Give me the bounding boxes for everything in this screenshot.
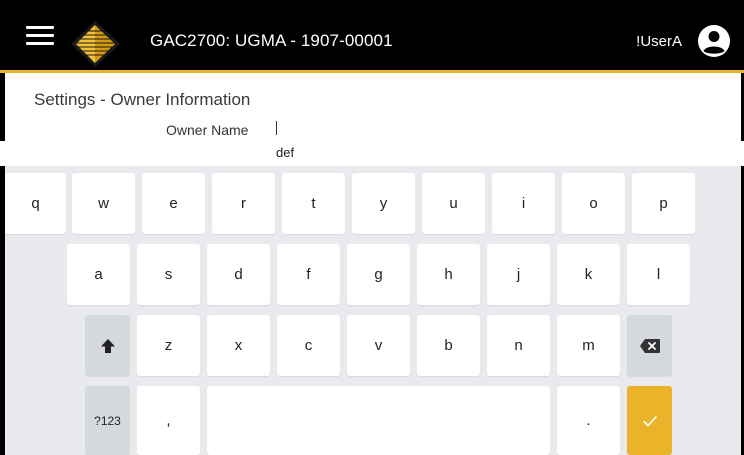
key-p[interactable]: p <box>632 173 695 234</box>
key-u[interactable]: u <box>422 173 485 234</box>
owner-name-label: Owner Name <box>166 122 249 138</box>
key-label: ?123 <box>94 413 121 428</box>
key-s[interactable]: s <box>137 244 200 305</box>
key-label: v <box>374 337 383 354</box>
key-l[interactable]: l <box>627 244 690 305</box>
key-v[interactable]: v <box>347 315 410 376</box>
autocomplete-suggestion[interactable]: def <box>276 145 294 160</box>
key-label: i <box>521 195 526 212</box>
key-label: t <box>311 195 316 212</box>
key-g[interactable]: g <box>347 244 410 305</box>
shift-arrow-icon <box>100 338 115 353</box>
app-window: GAC2700: UGMA - 1907-00001 !UserA Settin… <box>0 0 744 455</box>
key-label: h <box>444 266 453 283</box>
key-label: k <box>584 266 593 283</box>
key-q[interactable]: q <box>5 173 66 234</box>
suggestion-bar <box>0 141 744 166</box>
key-t[interactable]: t <box>282 173 345 234</box>
text-cursor <box>276 121 277 135</box>
key-c[interactable]: c <box>277 315 340 376</box>
key-label: c <box>304 337 313 354</box>
key-h[interactable]: h <box>417 244 480 305</box>
key-a[interactable]: a <box>67 244 130 305</box>
key-o[interactable]: o <box>562 173 625 234</box>
key-label: j <box>516 266 521 283</box>
user-name[interactable]: !UserA <box>636 33 682 50</box>
app-header: GAC2700: UGMA - 1907-00001 !UserA <box>0 0 744 70</box>
gac-logo-icon <box>71 21 120 67</box>
key-r[interactable]: r <box>212 173 275 234</box>
key-label: n <box>514 337 523 354</box>
key-label: u <box>449 195 458 212</box>
key-label: d <box>234 266 243 283</box>
key-f[interactable]: f <box>277 244 340 305</box>
key-y[interactable]: y <box>352 173 415 234</box>
key-z[interactable]: z <box>137 315 200 376</box>
owner-name-input[interactable] <box>276 117 706 142</box>
key-label: z <box>164 337 173 354</box>
key-x[interactable]: x <box>207 315 270 376</box>
key-label: b <box>444 337 453 354</box>
symbols-key[interactable]: ?123 <box>85 386 130 455</box>
key-e[interactable]: e <box>142 173 205 234</box>
key-label: m <box>582 337 595 354</box>
key-label: s <box>164 266 173 283</box>
key-m[interactable]: m <box>557 315 620 376</box>
key-label: q <box>31 195 40 212</box>
key-label: p <box>659 195 668 212</box>
key-b[interactable]: b <box>417 315 480 376</box>
key-label: a <box>94 266 103 283</box>
key-label: r <box>241 195 246 212</box>
key-d[interactable]: d <box>207 244 270 305</box>
hamburger-menu-icon[interactable] <box>26 26 54 46</box>
key-k[interactable]: k <box>557 244 620 305</box>
app-title: GAC2700: UGMA - 1907-00001 <box>150 31 393 50</box>
key-label: w <box>98 195 109 212</box>
checkmark-icon <box>642 415 657 426</box>
backspace-icon <box>639 338 660 353</box>
key-comma[interactable]: , <box>137 386 200 455</box>
shift-key[interactable] <box>85 315 130 376</box>
key-label: l <box>656 266 661 283</box>
key-label: g <box>374 266 383 283</box>
key-n[interactable]: n <box>487 315 550 376</box>
page-title: Settings - Owner Information <box>34 90 251 109</box>
enter-key[interactable] <box>627 386 672 455</box>
key-label: f <box>306 266 311 283</box>
key-period[interactable]: . <box>557 386 620 455</box>
space-key[interactable] <box>207 386 550 455</box>
key-label: y <box>379 195 388 212</box>
key-j[interactable]: j <box>487 244 550 305</box>
header-accent-line <box>0 70 744 73</box>
key-i[interactable]: i <box>492 173 555 234</box>
key-w[interactable]: w <box>72 173 135 234</box>
key-label: , <box>166 412 171 429</box>
backspace-key[interactable] <box>627 315 672 376</box>
key-label: o <box>589 195 598 212</box>
key-label: e <box>169 195 178 212</box>
key-label: x <box>234 337 243 354</box>
on-screen-keyboard: q w e r t y u i o p a s d f g h j k l z … <box>5 166 741 455</box>
account-circle-icon[interactable] <box>697 24 731 58</box>
key-label: . <box>586 412 591 429</box>
